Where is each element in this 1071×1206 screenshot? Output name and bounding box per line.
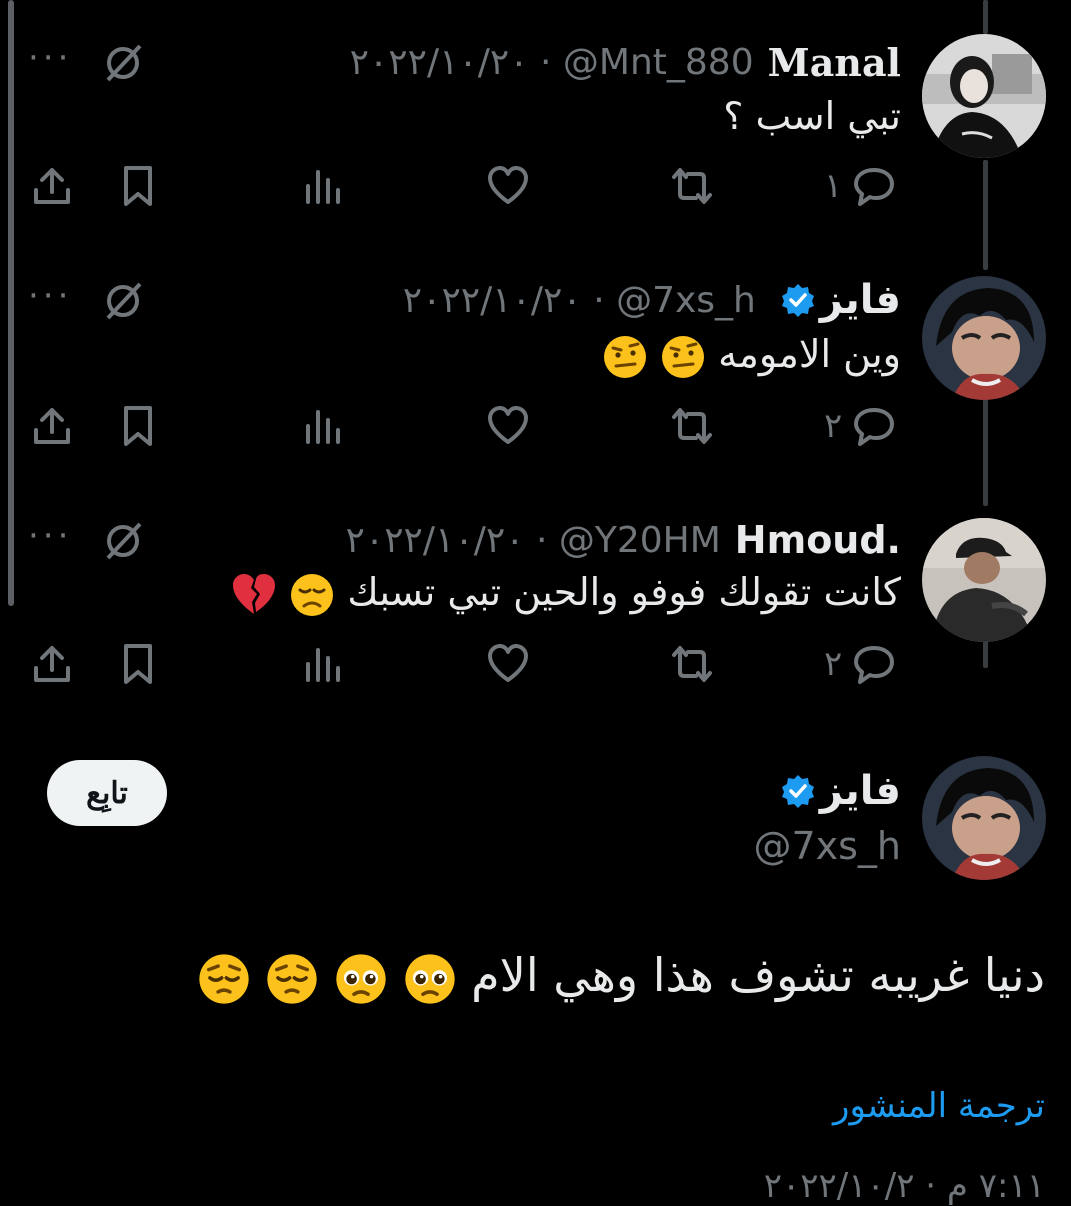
bookmark-button[interactable] xyxy=(116,396,160,456)
verified-badge-icon xyxy=(781,775,814,808)
tweet-header: ٢٠٢٢/١٠/٢٠ · @7xs_h فايز xyxy=(403,272,901,328)
bookmark-icon xyxy=(124,406,152,446)
pensive-face-emoji-icon xyxy=(198,953,249,1004)
tweet-header: ٢٠٢٢/١٠/٢٠ · @Mnt_880 Manal xyxy=(350,34,901,90)
tweet-actions: ٢ xyxy=(0,396,1071,456)
scrollbar[interactable] xyxy=(8,0,14,606)
like-button[interactable] xyxy=(486,396,530,456)
user-name[interactable]: فايز xyxy=(820,277,901,323)
follow-button[interactable]: تابِع xyxy=(47,760,167,826)
heart-icon xyxy=(488,406,528,444)
main-post-text: دنيا غريبه تشوف هذا وهي الام xyxy=(471,948,1045,1002)
user-handle[interactable]: @Mnt_880 xyxy=(563,42,754,83)
reply-button[interactable]: ٢ xyxy=(824,634,896,694)
tweet-date: ٢٠٢٢/١٠/٢٠ xyxy=(345,519,525,561)
reply-icon xyxy=(854,168,895,206)
avatar[interactable] xyxy=(922,518,1046,642)
bookmark-icon xyxy=(124,166,152,206)
verified-badge-icon xyxy=(781,284,814,317)
retweet-icon xyxy=(672,168,712,204)
reply-button[interactable]: ١ xyxy=(824,156,896,216)
user-handle[interactable]: @Y20HM xyxy=(559,520,721,561)
pensive-face-emoji-icon xyxy=(267,953,317,1004)
tweet-actions: ٢ xyxy=(0,634,1071,694)
tweet-meta: ٢٠٢٢/١٠/٢٠ · @Y20HM xyxy=(346,520,721,561)
tweet-actions: ١ xyxy=(0,156,1071,216)
raised-eyebrow-emoji-icon xyxy=(603,335,646,378)
reply-icon xyxy=(854,646,895,684)
share-button[interactable] xyxy=(30,396,74,456)
user-name[interactable]: فايز xyxy=(820,768,901,814)
user-handle[interactable]: @7xs_h xyxy=(616,280,756,321)
like-button[interactable] xyxy=(486,156,530,216)
pleading-face-emoji-icon xyxy=(404,953,455,1004)
avatar[interactable] xyxy=(922,276,1046,400)
mute-icon[interactable] xyxy=(100,40,146,86)
views-icon xyxy=(306,170,340,204)
date-separator: · xyxy=(535,519,548,561)
views-icon xyxy=(306,410,340,444)
heart-icon xyxy=(488,644,528,682)
tweet-text: كانت تقولك فوفو والحين تبي تسبك xyxy=(347,570,901,614)
raised-eyebrow-emoji-icon xyxy=(662,335,705,378)
share-icon xyxy=(34,408,70,444)
main-post-author: فايز xyxy=(770,768,901,814)
retweet-button[interactable] xyxy=(670,634,714,694)
tweet-header: ٢٠٢٢/١٠/٢٠ · @Y20HM Hmoud. xyxy=(346,512,901,568)
retweet-icon xyxy=(672,408,712,444)
date-separator: · xyxy=(593,279,605,321)
retweet-button[interactable] xyxy=(670,156,714,216)
date-separator: · xyxy=(540,41,552,83)
views-button[interactable] xyxy=(300,156,344,216)
more-options-button[interactable]: ··· xyxy=(28,276,72,316)
main-post-text-container: دنيا غريبه تشوف هذا وهي الام xyxy=(197,948,1045,1006)
tweet-text: وين الامومه xyxy=(718,332,901,376)
avatar[interactable] xyxy=(922,34,1046,158)
retweet-button[interactable] xyxy=(670,396,714,456)
translate-post-link[interactable]: ترجمة المنشور xyxy=(833,1086,1045,1126)
mute-icon[interactable] xyxy=(100,518,146,564)
mute-icon[interactable] xyxy=(100,278,146,324)
retweet-icon xyxy=(672,646,712,682)
heart-icon xyxy=(488,166,528,204)
views-button[interactable] xyxy=(300,634,344,694)
tweet-text-container: كانت تقولك فوفو والحين تبي تسبك xyxy=(231,570,901,618)
user-name[interactable]: Hmoud. xyxy=(735,518,901,562)
share-button[interactable] xyxy=(30,156,74,216)
tweet-date: ٢٠٢٢/١٠/٢٠ xyxy=(402,279,582,321)
broken-heart-emoji-icon xyxy=(233,573,276,614)
bookmark-icon xyxy=(124,644,152,684)
views-button[interactable] xyxy=(300,396,344,456)
user-handle[interactable]: @7xs_h xyxy=(753,824,901,868)
share-icon xyxy=(34,168,70,204)
like-button[interactable] xyxy=(486,634,530,694)
thread-line xyxy=(983,0,988,34)
views-icon xyxy=(306,648,340,682)
reply-button[interactable]: ٢ xyxy=(824,396,896,456)
more-options-button[interactable]: ··· xyxy=(28,516,72,556)
reply-count: ١ xyxy=(824,166,843,206)
pleading-face-emoji-icon xyxy=(336,953,386,1004)
bookmark-button[interactable] xyxy=(116,156,160,216)
post-timestamp[interactable]: ٧:١١ م · ٢٠٢٢/١٠/٢ xyxy=(764,1166,1045,1206)
tweet-date: ٢٠٢٢/١٠/٢٠ xyxy=(349,41,529,83)
reply-count: ٢ xyxy=(824,644,843,684)
user-name[interactable]: Manal xyxy=(768,40,901,85)
bookmark-button[interactable] xyxy=(116,634,160,694)
disappointed-face-emoji-icon xyxy=(291,573,334,616)
share-icon xyxy=(34,646,70,682)
tweet-meta: ٢٠٢٢/١٠/٢٠ · @7xs_h xyxy=(403,280,756,321)
main-post-avatar[interactable] xyxy=(922,756,1046,880)
tweet-meta: ٢٠٢٢/١٠/٢٠ · @Mnt_880 xyxy=(350,42,754,83)
reply-count: ٢ xyxy=(824,406,843,446)
more-options-button[interactable]: ··· xyxy=(28,38,72,78)
tweet-text-container: وين الامومه xyxy=(602,332,901,380)
share-button[interactable] xyxy=(30,634,74,694)
tweet-text: تبي اسب ؟ xyxy=(723,94,901,138)
reply-icon xyxy=(854,408,895,446)
